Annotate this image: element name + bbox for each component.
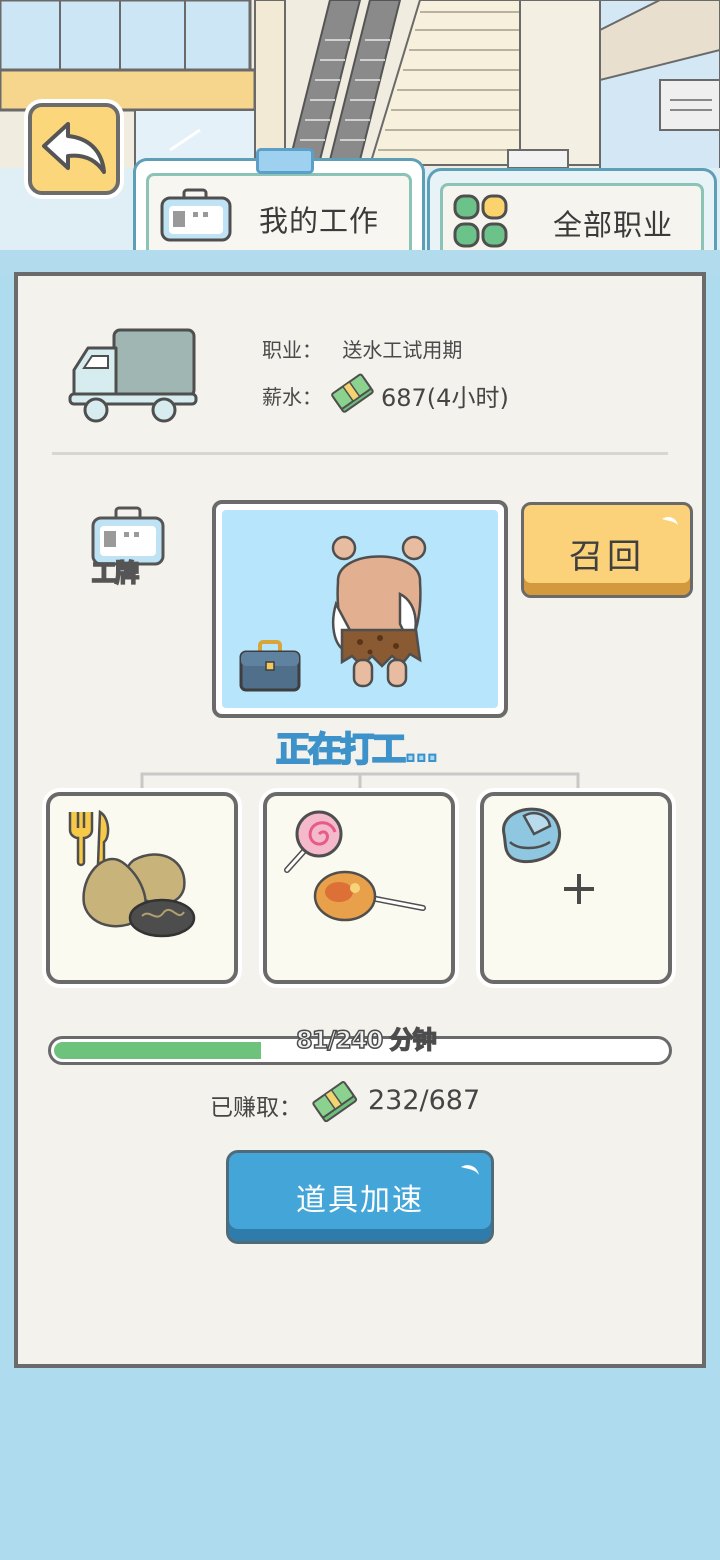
occupation-row: 职业： 送水工试用期 [262,334,462,363]
truck-icon [66,326,200,430]
work-scene-frame [212,500,508,718]
item-boost-button[interactable]: 道具加速 [226,1150,494,1244]
salary-value: 687(4小时) [381,384,509,412]
progress-text: 81/240 分钟 [295,1025,437,1055]
earned-label: 已赚取： [210,1095,302,1121]
back-button[interactable] [28,103,120,195]
earned-value: 232/687 [368,1085,481,1116]
candy-slot[interactable] [263,792,455,984]
food-slot[interactable] [46,792,238,984]
back-arrow-icon [40,120,108,179]
money-icon [312,1079,358,1129]
candy-lollipop-icon [309,868,429,932]
working-status-text: 正在打工... [275,729,440,771]
progress-fill [54,1042,261,1059]
tab-all-jobs[interactable]: 全部职业 [427,168,717,260]
recall-button[interactable]: 召回 [521,502,693,598]
tab-clip [256,148,314,174]
briefcase-icon [238,638,302,698]
divider [52,452,668,455]
money-icon [331,372,375,420]
grid-apps-icon [451,194,511,254]
bag-slot[interactable] [480,792,672,984]
salary-label: 薪水： [262,385,322,409]
potatoes-icon [76,846,202,946]
add-plus-icon [562,872,596,910]
occupation-label: 职业： [262,338,322,362]
item-boost-button-label: 道具加速 [296,1184,424,1217]
id-card-icon [159,186,233,248]
tab-all-jobs-label: 全部职业 [553,208,674,242]
badge-label: 工牌 [91,558,140,588]
tab-my-job-label: 我的工作 [259,204,380,238]
hamster-character-icon [330,534,428,698]
occupation-value: 送水工试用期 [342,338,463,362]
backpack-icon [494,804,566,872]
shine-icon [457,1161,481,1188]
shine-icon [658,513,680,538]
